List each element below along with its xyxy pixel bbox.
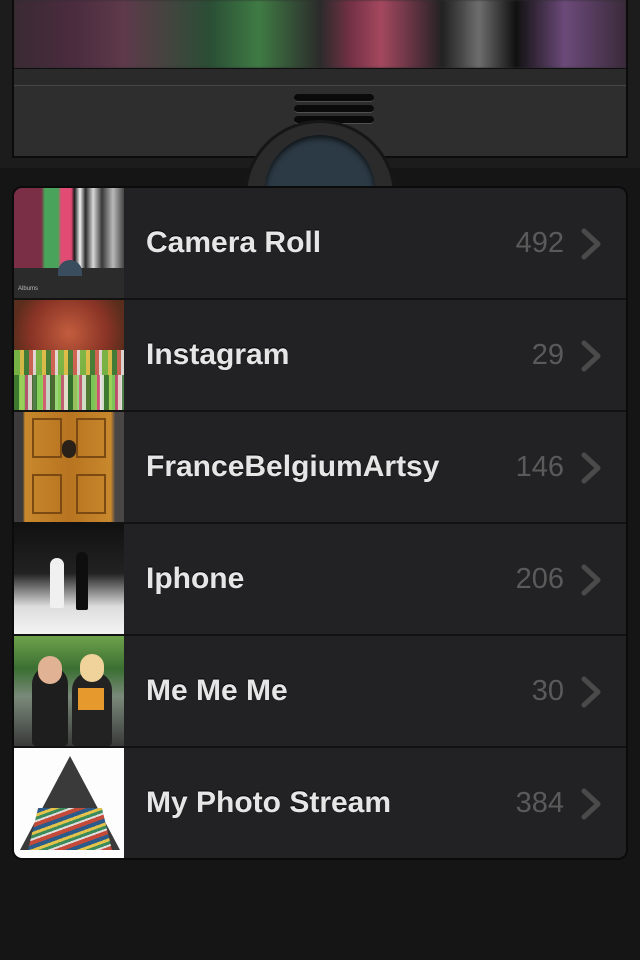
album-thumbnail — [14, 412, 124, 522]
chevron-right-icon — [580, 412, 604, 522]
album-count: 29 — [531, 339, 564, 371]
chevron-right-icon — [580, 188, 604, 298]
album-thumbnail: Albums — [14, 188, 124, 298]
album-thumbnail — [14, 300, 124, 410]
album-count: 30 — [531, 675, 564, 707]
album-row-instagram[interactable]: Instagram 29 — [14, 300, 626, 412]
album-name: Camera Roll — [146, 226, 322, 259]
camera-panel — [0, 0, 640, 200]
album-thumbnail — [14, 748, 124, 858]
album-count: 206 — [515, 563, 564, 595]
chevron-right-icon — [580, 524, 604, 634]
chevron-right-icon — [580, 748, 604, 858]
album-name: FranceBelgiumArtsy — [146, 450, 440, 483]
album-thumbnail — [14, 636, 124, 746]
camera-preview — [14, 0, 626, 68]
album-count: 146 — [515, 451, 564, 483]
album-list: Albums Camera Roll 492 Instagram 29 Fran… — [12, 186, 628, 860]
album-row-camera-roll[interactable]: Albums Camera Roll 492 — [14, 188, 626, 300]
chevron-right-icon — [580, 636, 604, 746]
album-row-iphone[interactable]: Iphone 206 — [14, 524, 626, 636]
album-row-me-me-me[interactable]: Me Me Me 30 — [14, 636, 626, 748]
preview-strip — [14, 68, 626, 86]
album-name: Iphone — [146, 562, 245, 595]
album-name: Me Me Me — [146, 674, 288, 707]
album-count: 384 — [515, 787, 564, 819]
album-row-francebelgiumartsy[interactable]: FranceBelgiumArtsy 146 — [14, 412, 626, 524]
album-count: 492 — [515, 227, 564, 259]
album-name: My Photo Stream — [146, 786, 392, 819]
album-row-my-photo-stream[interactable]: My Photo Stream 384 — [14, 748, 626, 858]
chevron-right-icon — [580, 300, 604, 410]
album-name: Instagram — [146, 338, 290, 371]
album-thumbnail — [14, 524, 124, 634]
